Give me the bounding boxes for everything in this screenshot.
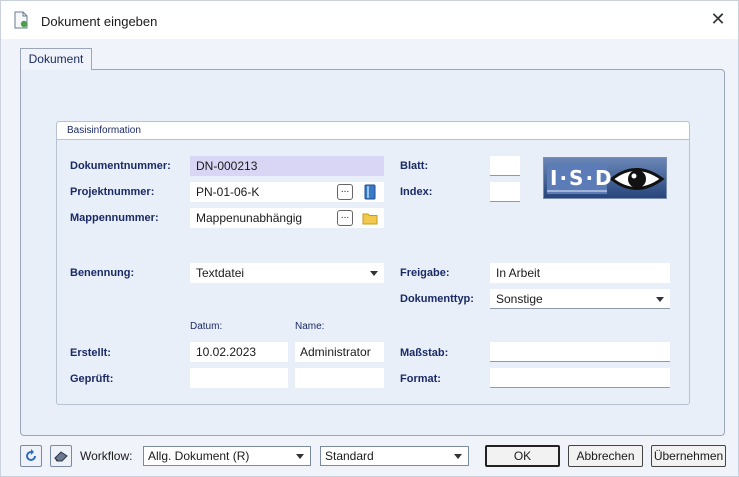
label-dokumenttyp: Dokumenttyp: xyxy=(400,293,474,305)
title-bar: Dokument eingeben ✕ xyxy=(1,1,738,39)
eraser-icon xyxy=(54,451,68,462)
chevron-down-icon xyxy=(296,454,304,459)
label-freigabe: Freigabe: xyxy=(400,267,450,279)
label-index: Index: xyxy=(400,186,433,198)
label-projektnummer: Projektnummer: xyxy=(70,186,155,198)
folder-icon[interactable] xyxy=(362,211,378,225)
erstellt-datum-field[interactable]: 10.02.2023 xyxy=(190,342,288,362)
index-field[interactable] xyxy=(490,182,520,202)
workflow-label: Workflow: xyxy=(80,449,133,463)
erstellt-name-field[interactable]: Administrator xyxy=(295,342,384,362)
label-name: Name: xyxy=(295,321,325,332)
label-datum: Datum: xyxy=(190,321,223,332)
cancel-button[interactable]: Abbrechen xyxy=(568,445,643,467)
mappennummer-value: Mappenunabhängig xyxy=(196,211,303,225)
mappennummer-field[interactable]: Mappenunabhängig xyxy=(190,208,384,228)
apply-button[interactable]: Übernehmen xyxy=(651,445,726,467)
close-button[interactable]: ✕ xyxy=(708,9,728,29)
label-mappennummer: Mappennummer: xyxy=(70,212,159,224)
window-title: Dokument eingeben xyxy=(41,14,158,29)
standard-value: Standard xyxy=(325,449,374,463)
freigabe-field[interactable]: In Arbeit xyxy=(490,263,670,283)
chevron-down-icon xyxy=(656,297,664,302)
book-icon[interactable] xyxy=(363,184,377,200)
standard-dropdown[interactable]: Standard xyxy=(320,446,469,466)
label-benennung: Benennung: xyxy=(70,267,135,279)
label-blatt: Blatt: xyxy=(400,160,429,172)
dokumenttyp-dropdown[interactable]: Sonstige xyxy=(490,289,670,309)
logo-text: I·S·D xyxy=(550,166,614,190)
blatt-field[interactable] xyxy=(490,156,520,176)
label-dokumentnummer: Dokumentnummer: xyxy=(70,160,171,172)
document-icon xyxy=(14,11,28,29)
label-geprueft: Geprüft: xyxy=(70,373,114,385)
mappennummer-browse-button[interactable]: ... xyxy=(337,210,353,226)
tool-button[interactable] xyxy=(50,445,72,467)
projektnummer-field[interactable]: PN-01-06-K xyxy=(190,182,384,202)
dokumentnummer-field[interactable]: DN-000213 xyxy=(190,156,384,176)
geprueft-name-field[interactable] xyxy=(295,368,384,388)
chevron-down-icon xyxy=(454,454,462,459)
benennung-dropdown[interactable]: Textdatei xyxy=(190,263,384,283)
workflow-value: Allg. Dokument (R) xyxy=(148,449,250,463)
label-format: Format: xyxy=(400,373,441,385)
ok-button[interactable]: OK xyxy=(485,445,560,467)
isd-logo: I·S·D xyxy=(543,157,667,199)
tab-dokument[interactable]: Dokument xyxy=(20,48,92,70)
refresh-button[interactable] xyxy=(20,445,42,467)
label-erstellt: Erstellt: xyxy=(70,347,111,359)
chevron-down-icon xyxy=(370,271,378,276)
benennung-value: Textdatei xyxy=(196,266,245,280)
dialog-window: Dokument eingeben ✕ Dokument Basisinform… xyxy=(0,0,739,477)
massstab-field[interactable] xyxy=(490,342,670,362)
group-title: Basisinformation xyxy=(57,122,689,140)
workflow-dropdown[interactable]: Allg. Dokument (R) xyxy=(143,446,311,466)
projektnummer-browse-button[interactable]: ... xyxy=(337,184,353,200)
label-massstab: Maßstab: xyxy=(400,347,449,359)
dokumenttyp-value: Sonstige xyxy=(496,292,543,306)
format-field[interactable] xyxy=(490,368,670,388)
geprueft-datum-field[interactable] xyxy=(190,368,288,388)
projektnummer-value: PN-01-06-K xyxy=(196,185,260,199)
refresh-icon xyxy=(26,449,36,461)
